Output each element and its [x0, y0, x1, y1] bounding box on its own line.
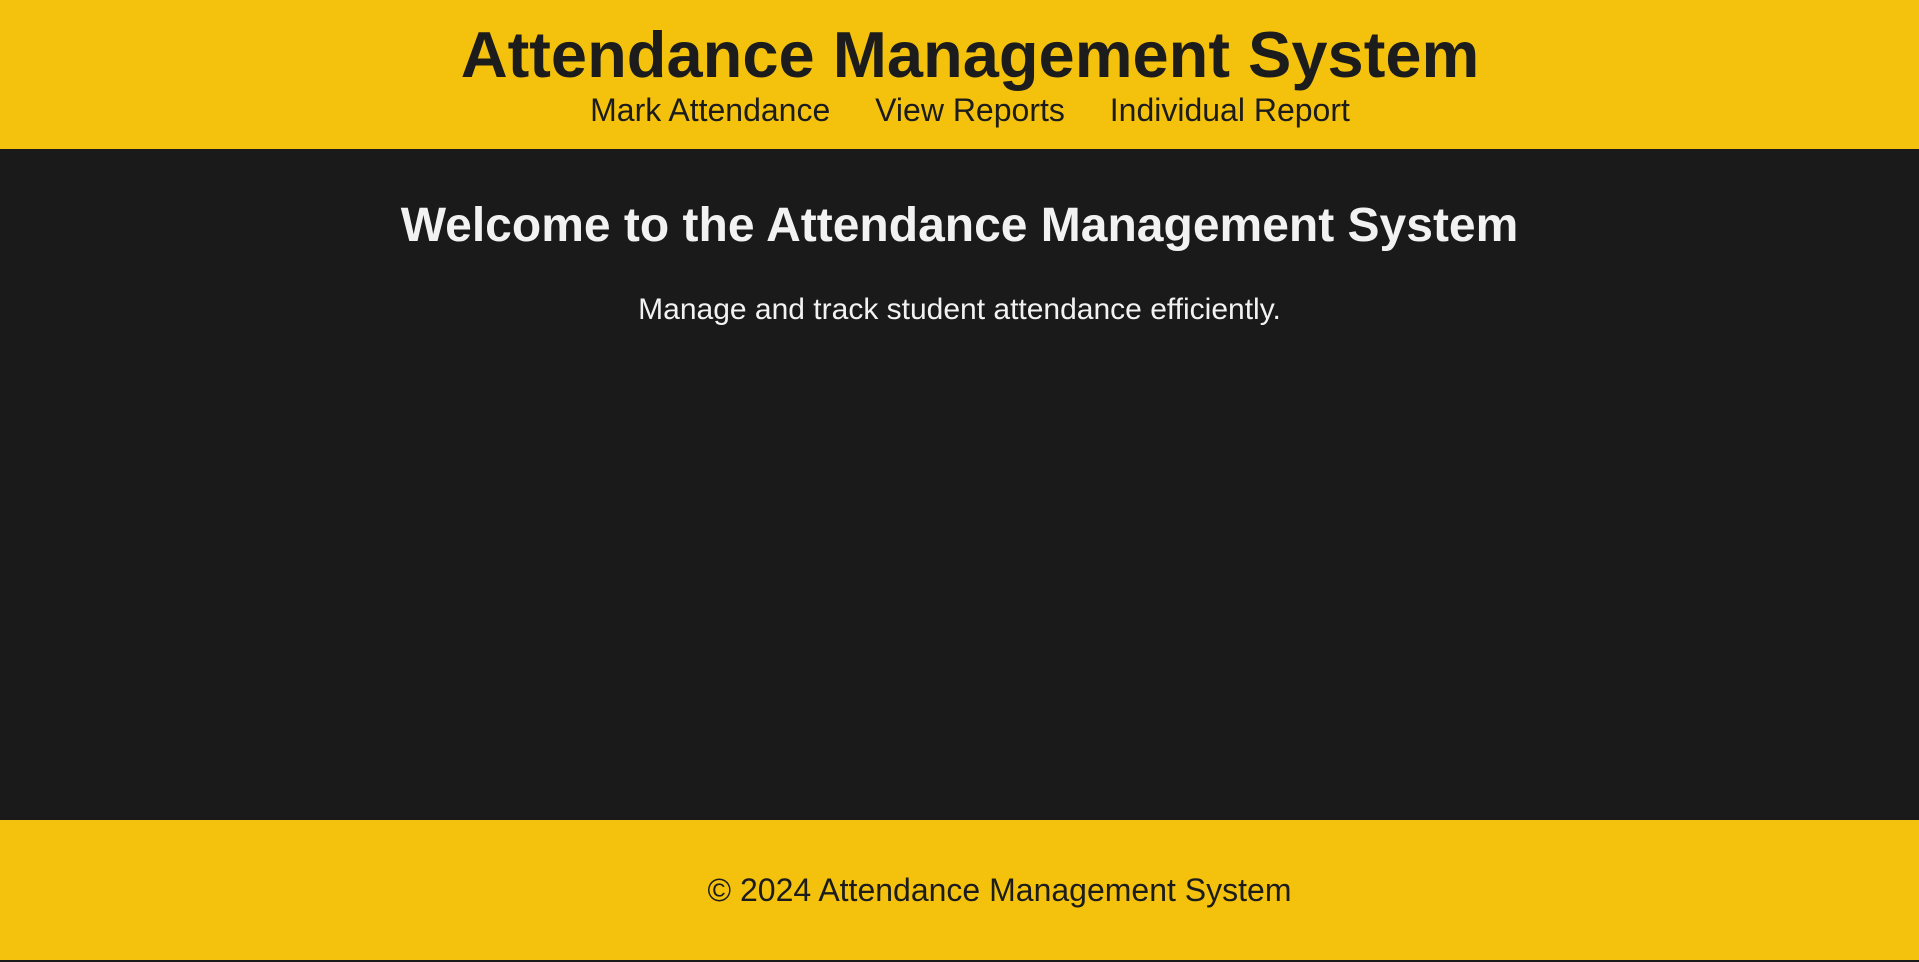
main-nav: Mark Attendance View Reports Individual … [0, 90, 1919, 130]
main-content: Welcome to the Attendance Management Sys… [0, 149, 1919, 820]
page: Attendance Management System Mark Attend… [0, 0, 1919, 962]
nav-link-view-reports[interactable]: View Reports [875, 92, 1065, 128]
nav-link-mark-attendance[interactable]: Mark Attendance [590, 92, 830, 128]
footer-copyright: © 2024 Attendance Management System [707, 872, 1292, 908]
welcome-description: Manage and track student attendance effi… [638, 293, 1281, 326]
nav-link-individual-report[interactable]: Individual Report [1110, 92, 1350, 128]
site-header: Attendance Management System Mark Attend… [0, 0, 1919, 149]
site-title: Attendance Management System [460, 18, 1480, 91]
welcome-heading: Welcome to the Attendance Management Sys… [400, 199, 1519, 252]
site-footer: © 2024 Attendance Management System [0, 820, 1919, 960]
